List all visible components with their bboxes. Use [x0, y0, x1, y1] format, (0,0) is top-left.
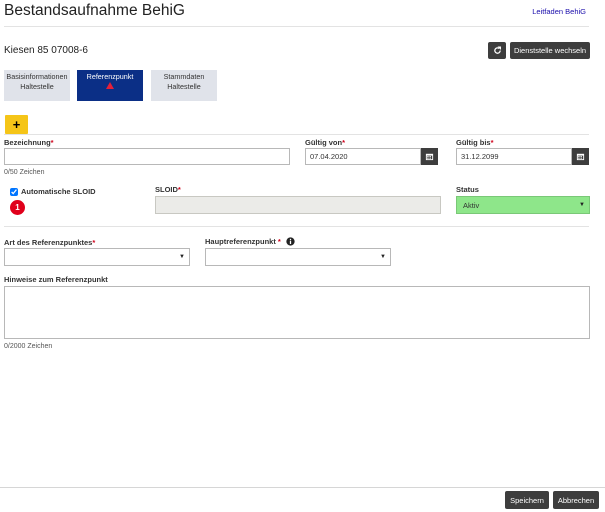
auto-sloid-row: Automatische SLOID [10, 187, 96, 196]
tab-label-line1: Referenzpunkt [86, 72, 134, 81]
refresh-button[interactable] [488, 42, 506, 59]
tab-referenzpunkt[interactable]: Referenzpunkt [77, 70, 143, 101]
notes-label: Hinweise zum Referenzpunkt [4, 275, 108, 284]
stop-title: Kiesen 85 07008-6 [4, 45, 88, 56]
chevron-down-icon: ▼ [380, 254, 386, 260]
main-ref-label: Hauptreferenzpunkt * [205, 237, 295, 246]
tab-label-line2: Haltestelle [20, 82, 54, 91]
chevron-down-icon: ▼ [579, 202, 585, 208]
refresh-icon [493, 46, 501, 54]
valid-from-calendar-button[interactable] [421, 148, 438, 165]
designation-char-count: 0/50 Zeichen [4, 169, 45, 176]
ref-type-label: Art des Referenzpunktes* [4, 238, 96, 247]
sloid-label: SLOID* [155, 185, 181, 194]
valid-from-label: Gültig von* [305, 138, 346, 147]
main-ref-select[interactable]: ▼ [205, 248, 391, 266]
valid-from-input[interactable]: 07.04.2020 [305, 148, 421, 165]
save-button[interactable]: Speichern [505, 491, 549, 509]
app-title: Bestandsaufnahme BehiG [4, 2, 185, 19]
valid-to-input[interactable]: 31.12.2099 [456, 148, 572, 165]
sloid-input[interactable] [155, 196, 441, 214]
status-value: Aktiv [463, 200, 480, 210]
tab-basisinformationen[interactable]: Basisinformationen Haltestelle [4, 70, 70, 101]
valid-to-calendar-button[interactable] [572, 148, 589, 165]
section-divider [4, 134, 589, 135]
notes-textarea[interactable] [4, 286, 590, 339]
tab-label-line1: Basisinformationen [6, 72, 68, 81]
calendar-icon [425, 153, 434, 161]
status-select[interactable]: Aktiv ▼ [456, 196, 590, 214]
designation-label: Bezeichnung* [4, 138, 54, 147]
chevron-down-icon: ▼ [179, 254, 185, 260]
footer-divider [0, 487, 605, 488]
change-office-button[interactable]: Dienststelle wechseln [510, 42, 590, 59]
valid-to-label: Gültig bis* [456, 138, 494, 147]
auto-sloid-checkbox[interactable] [10, 187, 18, 196]
status-label: Status [456, 185, 479, 194]
ref-type-select[interactable]: ▼ [4, 248, 190, 266]
calendar-icon [576, 153, 585, 161]
notes-char-count: 0/2000 Zeichen [4, 343, 53, 350]
tab-stammdaten[interactable]: Stammdaten Haltestelle [151, 70, 217, 101]
warning-icon [106, 82, 114, 89]
cancel-button[interactable]: Abbrechen [553, 491, 599, 509]
add-referenzpunkt-button[interactable]: + [5, 115, 28, 134]
help-link[interactable]: Leitfaden BehiG [532, 7, 586, 16]
designation-input[interactable] [4, 148, 290, 165]
error-count-badge: 1 [10, 200, 25, 215]
info-icon[interactable] [286, 237, 295, 246]
tab-label-line2: Haltestelle [167, 82, 201, 91]
auto-sloid-label: Automatische SLOID [21, 187, 96, 196]
section-divider-2 [4, 226, 589, 227]
header-divider [4, 26, 589, 27]
tab-label-line1: Stammdaten [163, 72, 205, 81]
